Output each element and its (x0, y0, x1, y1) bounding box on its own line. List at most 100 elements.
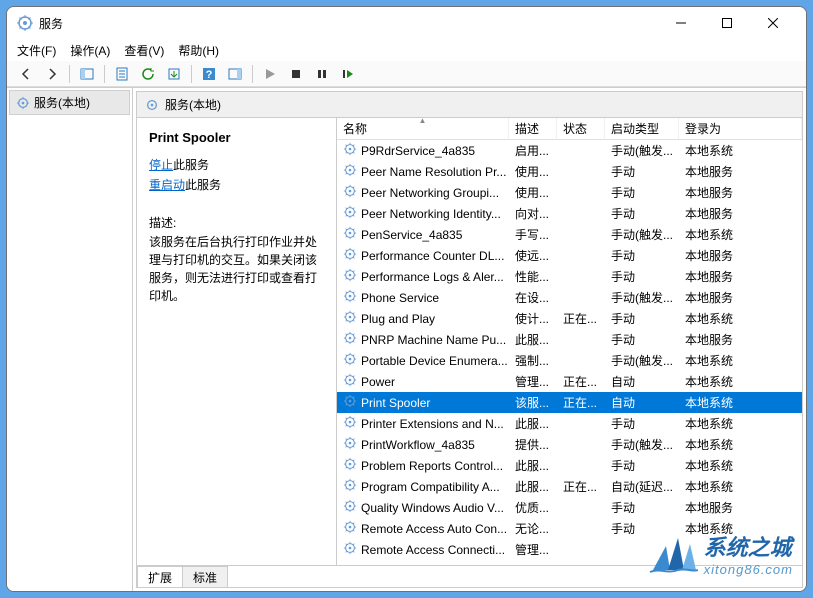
gear-icon (343, 394, 357, 411)
service-status: 正在... (557, 310, 605, 327)
start-service-button[interactable] (259, 63, 281, 85)
gear-icon (343, 331, 357, 348)
service-row[interactable]: Printer Extensions and N...此服...手动本地系统 (337, 413, 802, 434)
service-startup: 手动(触发... (605, 289, 679, 306)
minimize-button[interactable] (658, 7, 704, 39)
service-desc: 使计... (509, 310, 557, 327)
properties-button[interactable] (111, 63, 133, 85)
service-name: Peer Networking Groupi... (361, 186, 499, 200)
service-logon: 本地系统 (679, 142, 802, 159)
maximize-button[interactable] (704, 7, 750, 39)
service-row[interactable]: Performance Counter DL...使远...手动本地服务 (337, 245, 802, 266)
menu-view[interactable]: 查看(V) (124, 42, 164, 59)
col-name[interactable]: 名称▲ (337, 118, 509, 139)
menu-action[interactable]: 操作(A) (70, 42, 110, 59)
stop-link[interactable]: 停止 (149, 158, 173, 172)
col-status[interactable]: 状态 (557, 118, 605, 139)
tree-pane[interactable]: 服务(本地) (7, 88, 133, 591)
service-row[interactable]: P9RdrService_4a835启用...手动(触发...本地系统 (337, 140, 802, 161)
close-button[interactable] (750, 7, 796, 39)
gear-icon (343, 205, 357, 222)
service-name: Portable Device Enumera... (361, 354, 508, 368)
service-logon: 本地系统 (679, 457, 802, 474)
service-startup: 手动 (605, 310, 679, 327)
col-startup[interactable]: 启动类型 (605, 118, 679, 139)
service-status: 正在... (557, 478, 605, 495)
restart-service-button[interactable] (337, 63, 359, 85)
service-name: Phone Service (361, 291, 439, 305)
titlebar[interactable]: 服务 (7, 7, 806, 39)
tab-extended[interactable]: 扩展 (137, 566, 183, 588)
service-row[interactable]: Remote Access Connecti...管理... (337, 539, 802, 560)
service-logon: 本地系统 (679, 520, 802, 537)
gear-icon (343, 184, 357, 201)
service-startup: 手动 (605, 415, 679, 432)
service-row[interactable]: Power管理...正在...自动本地系统 (337, 371, 802, 392)
gear-icon (343, 289, 357, 306)
service-logon: 本地服务 (679, 499, 802, 516)
service-row[interactable]: Portable Device Enumera...强制...手动(触发...本… (337, 350, 802, 371)
show-hide-tree-button[interactable] (76, 63, 98, 85)
service-startup: 手动(触发... (605, 352, 679, 369)
refresh-button[interactable] (137, 63, 159, 85)
service-row[interactable]: Peer Name Resolution Pr...使用...手动本地服务 (337, 161, 802, 182)
service-row[interactable]: Problem Reports Control...此服...手动本地系统 (337, 455, 802, 476)
menu-file[interactable]: 文件(F) (17, 42, 56, 59)
service-row[interactable]: PenService_4a835手写...手动(触发...本地系统 (337, 224, 802, 245)
service-name: Remote Access Auto Con... (361, 522, 507, 536)
service-startup: 手动 (605, 205, 679, 222)
forward-button[interactable] (41, 63, 63, 85)
tree-root-node[interactable]: 服务(本地) (9, 90, 130, 115)
service-logon: 本地服务 (679, 289, 802, 306)
service-row[interactable]: Peer Networking Groupi...使用...手动本地服务 (337, 182, 802, 203)
service-desc: 使远... (509, 247, 557, 264)
service-row[interactable]: Plug and Play 使计...正在...手动本地系统 (337, 308, 802, 329)
description-body: 该服务在后台执行打印作业并处理与打印机的交互。如果关闭该服务，则无法进行打印或查… (149, 233, 324, 305)
service-desc: 启用... (509, 142, 557, 159)
service-row[interactable]: PNRP Machine Name Pu...此服...手动本地服务 (337, 329, 802, 350)
service-row[interactable]: Remote Access Auto Con...无论...手动本地系统 (337, 518, 802, 539)
service-row[interactable]: Performance Logs & Aler...性能...手动本地服务 (337, 266, 802, 287)
service-desc: 管理... (509, 541, 557, 558)
stop-service-button[interactable] (285, 63, 307, 85)
sort-asc-icon: ▲ (419, 118, 427, 125)
gear-icon (343, 163, 357, 180)
service-startup: 手动 (605, 520, 679, 537)
export-button[interactable] (163, 63, 185, 85)
help-button[interactable]: ? (198, 63, 220, 85)
tab-standard[interactable]: 标准 (182, 566, 228, 588)
service-row[interactable]: Quality Windows Audio V...优质...手动本地服务 (337, 497, 802, 518)
service-row[interactable]: Program Compatibility A...此服...正在...自动(延… (337, 476, 802, 497)
service-logon: 本地系统 (679, 415, 802, 432)
service-startup: 手动 (605, 457, 679, 474)
back-button[interactable] (15, 63, 37, 85)
gear-icon (343, 457, 357, 474)
window-title: 服务 (39, 15, 658, 32)
gear-icon (343, 415, 357, 432)
gear-icon (343, 478, 357, 495)
service-name: Performance Logs & Aler... (361, 270, 504, 284)
gear-icon (16, 96, 30, 110)
service-logon: 本地服务 (679, 331, 802, 348)
gear-icon (343, 247, 357, 264)
service-logon: 本地系统 (679, 310, 802, 327)
service-name: Problem Reports Control... (361, 459, 503, 473)
service-status: 正在... (557, 373, 605, 390)
service-desc: 优质... (509, 499, 557, 516)
selected-service-title: Print Spooler (149, 130, 324, 145)
pause-service-button[interactable] (311, 63, 333, 85)
service-row[interactable]: Peer Networking Identity...向对...手动本地服务 (337, 203, 802, 224)
service-row[interactable]: PrintWorkflow_4a835提供...手动(触发...本地系统 (337, 434, 802, 455)
column-headers: 名称▲ 描述 状态 启动类型 登录为 (337, 118, 802, 140)
menu-help[interactable]: 帮助(H) (178, 42, 219, 59)
service-row[interactable]: Phone Service在设...手动(触发...本地服务 (337, 287, 802, 308)
service-name: P9RdrService_4a835 (361, 144, 475, 158)
col-desc[interactable]: 描述 (509, 118, 557, 139)
service-row[interactable]: Print Spooler该服...正在...自动本地系统 (337, 392, 802, 413)
service-name: Plug and Play (361, 312, 435, 326)
service-logon: 本地服务 (679, 247, 802, 264)
restart-link[interactable]: 重启动 (149, 178, 185, 192)
col-logon[interactable]: 登录为 (679, 118, 802, 139)
action-pane-button[interactable] (224, 63, 246, 85)
service-desc: 此服... (509, 331, 557, 348)
